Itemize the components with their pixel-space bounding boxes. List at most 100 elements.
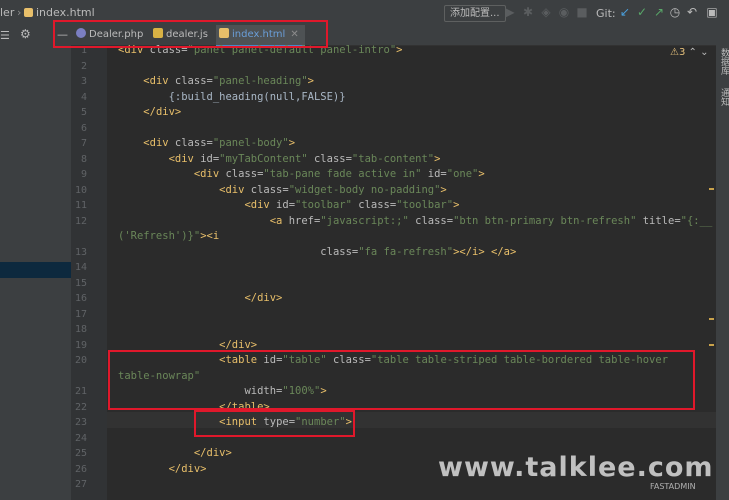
- debug-icon[interactable]: ✱: [521, 5, 535, 19]
- code-token: class=: [250, 183, 289, 196]
- code-token: class=: [415, 214, 454, 227]
- line-number: 10: [74, 184, 87, 196]
- code-token: class=: [358, 199, 397, 211]
- code-token: >: [434, 152, 441, 165]
- chevron-down-icon[interactable]: ⌄: [700, 47, 708, 58]
- code-token: title=: [642, 214, 681, 227]
- settings-icon[interactable]: ⚙: [20, 27, 31, 41]
- line-number: 14: [74, 262, 87, 273]
- code-token: >: [453, 199, 460, 211]
- git-commit-icon[interactable]: ✓: [635, 5, 649, 19]
- breadcrumb-project[interactable]: ler: [0, 6, 14, 19]
- breadcrumb-file[interactable]: index.html: [36, 6, 95, 19]
- annotation-box-input: [194, 410, 355, 437]
- line-number: 24: [74, 432, 87, 444]
- code-token: "tab-pane fade active in": [263, 168, 428, 180]
- scroll-marker: [709, 318, 714, 320]
- annotation-box-table: [108, 350, 695, 410]
- line-number: 3: [80, 76, 87, 87]
- line-number: 12: [74, 215, 87, 227]
- code-token: </div>: [244, 292, 283, 304]
- chevron-up-icon[interactable]: ⌃: [689, 47, 697, 58]
- code-token: </div>: [219, 338, 258, 351]
- notifications-tool-window[interactable]: 通知: [718, 88, 729, 106]
- stop-icon[interactable]: ■: [575, 5, 589, 19]
- code-token: >: [440, 183, 447, 196]
- line-number: 25: [74, 448, 87, 459]
- line-number: 7: [80, 138, 87, 149]
- project-selected-item[interactable]: [0, 262, 71, 278]
- warning-icon: ⚠: [670, 47, 679, 58]
- code-token: "tab-content": [351, 152, 435, 165]
- code-line[interactable]: <div id="myTabContent" class="tab-conten…: [118, 152, 441, 165]
- add-configuration-button[interactable]: 添加配置...: [444, 5, 506, 22]
- code-line[interactable]: class="fa fa-refresh"></i> </a>: [118, 246, 516, 258]
- code-line[interactable]: </div>: [118, 463, 207, 475]
- code-line[interactable]: </div>: [118, 292, 282, 304]
- code-token: <i: [206, 230, 220, 242]
- history-icon[interactable]: ◷: [668, 5, 682, 19]
- line-number: 23: [74, 417, 87, 428]
- line-number: 19: [74, 339, 87, 351]
- code-token: </div>: [143, 106, 182, 118]
- code-line[interactable]: </div>: [118, 447, 232, 459]
- code-token: class=: [174, 137, 213, 149]
- code-token: </div>: [193, 447, 232, 459]
- line-number: 11: [74, 200, 87, 211]
- code-token: href=: [288, 214, 321, 227]
- code-token: "btn btn-primary btn-refresh": [453, 214, 643, 227]
- line-number: 22: [74, 401, 87, 413]
- code-token: class=: [225, 168, 264, 180]
- code-token: "panel-heading": [212, 75, 308, 87]
- code-token: class=: [320, 245, 359, 258]
- html-file-icon: [24, 8, 33, 17]
- code-token: id=: [427, 168, 447, 180]
- line-number: 13: [74, 246, 87, 258]
- profile-icon[interactable]: ◉: [557, 5, 571, 19]
- git-label: Git:: [596, 7, 616, 20]
- code-token: class=: [174, 75, 213, 87]
- structure-icon[interactable]: ☰: [0, 29, 10, 42]
- code-line[interactable]: {:build_heading(null,FALSE)}: [118, 91, 346, 103]
- line-number: 18: [74, 324, 87, 335]
- code-line[interactable]: <div class="panel-body">: [118, 137, 295, 149]
- code-token: "toolbar": [396, 199, 454, 211]
- code-line[interactable]: </div>: [118, 106, 181, 118]
- code-token: "toolbar": [295, 199, 359, 211]
- line-number: 21: [74, 386, 87, 397]
- git-update-icon[interactable]: ↙: [618, 5, 632, 19]
- run-icon[interactable]: ▶: [503, 5, 517, 19]
- code-line[interactable]: <a href="javascript:;" class="btn btn-pr…: [118, 214, 713, 227]
- git-push-icon[interactable]: ↗: [652, 5, 666, 19]
- coverage-icon[interactable]: ◈: [539, 5, 553, 19]
- code-line[interactable]: <div class="tab-pane fade active in" id=…: [118, 168, 485, 180]
- line-number: 15: [74, 277, 87, 289]
- code-token: "fa fa-refresh": [358, 245, 454, 258]
- code-line[interactable]: </div>: [118, 339, 257, 351]
- code-token: <div: [244, 199, 277, 211]
- line-number: 5: [80, 107, 87, 118]
- code-line[interactable]: ('Refresh')}"><i: [118, 230, 219, 242]
- code-token: >: [396, 44, 403, 56]
- line-number: 6: [80, 122, 87, 134]
- inspection-widget[interactable]: ⚠3 ⌃ ⌄: [670, 47, 709, 58]
- code-token: class=: [313, 152, 352, 165]
- code-token: "panel-body": [212, 137, 289, 149]
- rollback-icon[interactable]: ↶: [685, 5, 699, 19]
- code-token: <a: [269, 214, 289, 227]
- scroll-marker: [709, 344, 714, 346]
- line-number: 16: [74, 293, 87, 304]
- database-tool-window[interactable]: 数据库: [718, 48, 729, 75]
- code-token: >: [307, 75, 314, 87]
- terminal-icon[interactable]: ▣: [705, 5, 719, 19]
- code-token: </div>: [168, 462, 207, 475]
- code-line[interactable]: <div id="toolbar" class="toolbar">: [118, 199, 459, 211]
- code-line[interactable]: <div class="panel-heading">: [118, 75, 314, 87]
- code-line[interactable]: <div class="widget-body no-padding">: [118, 184, 447, 196]
